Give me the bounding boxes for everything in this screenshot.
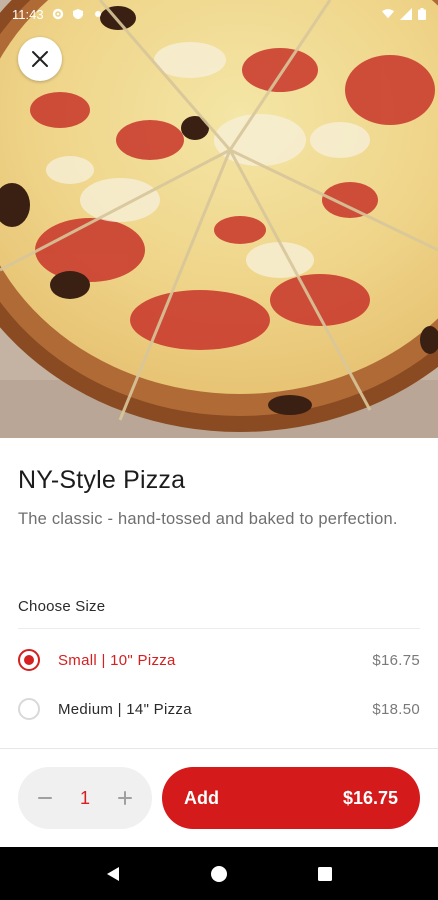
pizza-photo: 11:43 [0,0,438,438]
home-circle-icon [211,865,227,882]
wifi-icon [382,9,394,19]
recents-square-icon [318,866,332,881]
item-title: NY-Style Pizza [18,466,186,494]
back-triangle-icon [107,866,119,881]
size-option-label: Small | 10" Pizza [58,651,176,669]
close-icon [32,51,48,67]
size-section-heading: Choose Size [18,598,106,615]
status-bar: 11:43 [0,0,438,28]
quantity-value: 1 [79,787,90,808]
close-button[interactable] [18,37,62,81]
radio-button[interactable] [18,698,40,720]
system-navigation-bar [0,847,438,900]
increment-button[interactable] [114,787,136,809]
size-divider [18,628,420,629]
add-button-label: Add [184,787,219,808]
nav-home-button[interactable] [199,854,239,894]
quantity-stepper: 1 [18,767,152,829]
decrement-button[interactable] [34,787,56,809]
add-to-cart-button[interactable]: Add $16.75 [162,767,420,829]
size-option-small[interactable]: Small | 10" Pizza $16.75 [18,640,420,680]
item-description: The classic - hand-tossed and baked to p… [18,510,398,528]
nav-recents-button[interactable] [305,854,345,894]
notification-dot-icon [94,11,101,17]
radio-button-selected[interactable] [18,649,40,671]
nav-back-button[interactable] [93,854,133,894]
size-option-price: $18.50 [372,700,420,718]
battery-icon [418,8,426,20]
add-button-price: $16.75 [342,787,398,808]
cell-signal-icon [400,8,412,20]
size-option-medium[interactable]: Medium | 14" Pizza $18.50 [18,689,420,729]
status-time: 11:43 [12,6,44,22]
shield-icon [72,9,83,19]
size-option-price: $16.75 [372,651,420,669]
minus-icon [38,797,52,799]
pizza-illustration [0,0,438,438]
size-option-label: Medium | 14" Pizza [58,700,192,718]
settings-gear-icon [52,8,63,20]
footer-divider [0,748,438,749]
plus-icon [117,791,132,805]
